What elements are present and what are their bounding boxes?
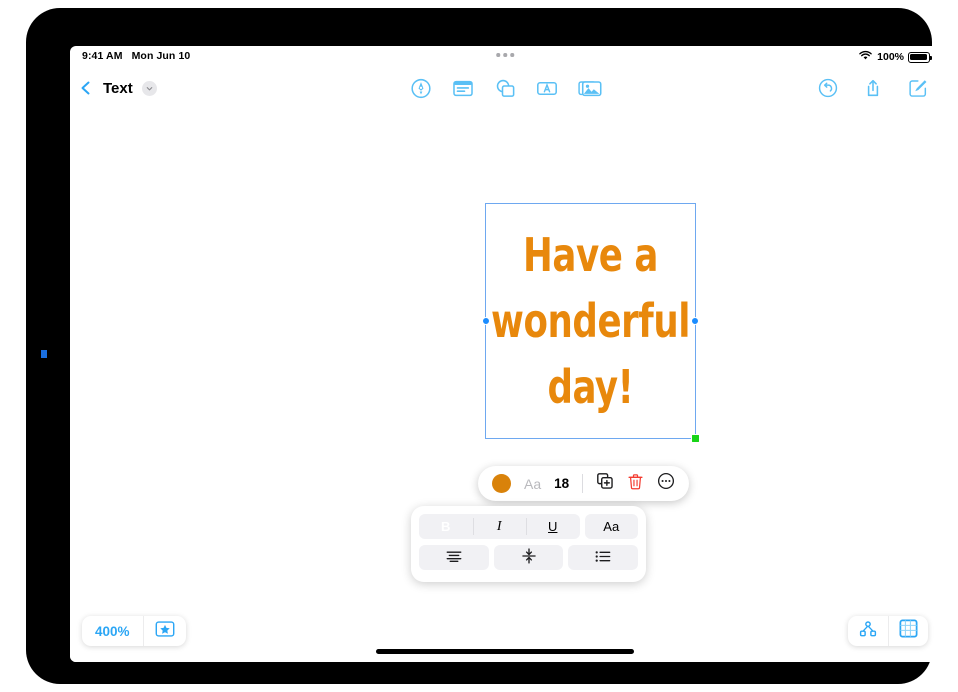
format-row-style: B I U Aa — [419, 514, 638, 539]
context-toolbar: Aa 18 — [478, 466, 690, 501]
undo-button[interactable] — [817, 77, 840, 100]
bottom-right-controls — [848, 616, 928, 646]
format-row-align — [419, 545, 639, 570]
toolbar-divider — [582, 474, 584, 493]
color-swatch-button[interactable] — [492, 474, 511, 493]
bullet-list-button[interactable] — [568, 545, 639, 570]
italic-button[interactable]: I — [472, 514, 527, 539]
bold-button[interactable]: B — [419, 514, 473, 539]
compose-button[interactable] — [907, 77, 930, 100]
selected-text-box[interactable]: Have a wonderful day! — [482, 203, 700, 443]
resize-handle-bottom-right[interactable] — [690, 433, 700, 443]
shapes-tool[interactable] — [494, 77, 517, 100]
navigation-right-tools — [817, 68, 930, 108]
chevron-down-icon[interactable] — [141, 80, 157, 96]
text-line-2: wonderful — [491, 293, 691, 348]
favorite-button[interactable] — [144, 620, 186, 642]
nodes-button[interactable] — [848, 620, 888, 643]
selection-handle-right[interactable] — [691, 317, 699, 325]
grid-square-icon — [899, 619, 918, 643]
document-canvas[interactable]: Have a wonderful day! Aa 18 B I U Aa 400… — [70, 108, 940, 662]
status-time: 9:41 AM — [82, 50, 123, 62]
wifi-icon — [858, 50, 873, 64]
align-center-button[interactable] — [419, 545, 489, 570]
home-indicator[interactable] — [376, 649, 634, 654]
page-edge-marker — [40, 346, 48, 358]
duplicate-icon[interactable] — [596, 472, 614, 495]
text-line-3: day! — [547, 360, 634, 415]
font-style-button[interactable]: Aa — [584, 514, 638, 539]
text-style-group: B I U — [419, 514, 580, 539]
trash-icon[interactable] — [627, 473, 644, 495]
underline-button[interactable]: U — [526, 514, 580, 539]
insert-text-tool[interactable] — [536, 77, 559, 100]
vertical-align-center-icon — [521, 548, 537, 567]
more-ellipsis-circle-icon[interactable] — [657, 472, 675, 495]
text-line-1: Have a — [523, 227, 658, 282]
grid-button[interactable] — [889, 619, 928, 643]
text-content[interactable]: Have a wonderful day! — [491, 204, 690, 438]
media-tool[interactable] — [578, 77, 602, 100]
status-bar: 9:41 AM Mon Jun 10 100% — [70, 46, 940, 68]
status-bar-right: 100% — [858, 50, 933, 64]
hierarchy-nodes-icon — [858, 620, 878, 643]
zoom-level-value[interactable]: 400% — [82, 624, 143, 639]
share-button[interactable] — [862, 77, 885, 100]
markup-pen-tool[interactable] — [410, 77, 433, 100]
zoom-control: 400% — [82, 616, 186, 646]
battery-percent: 100% — [877, 51, 904, 63]
tablet-screen: 9:41 AM Mon Jun 10 100% Text Have a wond… — [70, 46, 940, 662]
font-name-button[interactable]: Aa — [524, 476, 541, 492]
battery-icon — [908, 51, 933, 63]
format-panel: B I U Aa — [411, 506, 646, 582]
tablet-device-frame: 9:41 AM Mon Jun 10 100% Text Have a wond… — [26, 8, 940, 684]
font-size-value[interactable]: 18 — [554, 476, 569, 491]
align-center-icon — [445, 550, 463, 566]
chevron-left-icon[interactable] — [78, 80, 94, 96]
vertical-align-button[interactable] — [493, 545, 564, 570]
status-bar-left: 9:41 AM Mon Jun 10 — [82, 50, 190, 62]
selection-handle-left[interactable] — [482, 317, 490, 325]
star-box-icon — [155, 620, 175, 642]
screenshot-stage: 9:41 AM Mon Jun 10 100% Text Have a wond… — [0, 0, 958, 692]
bullet-list-icon — [594, 550, 612, 566]
multitasking-dots-icon[interactable] — [496, 53, 514, 57]
navigation-left-group: Text — [78, 68, 157, 108]
status-date: Mon Jun 10 — [131, 50, 191, 62]
text-box-tool[interactable] — [452, 77, 475, 100]
page-title[interactable]: Text — [103, 80, 133, 97]
navigation-center-tools — [410, 68, 602, 108]
navigation-bar: Text — [70, 68, 940, 108]
